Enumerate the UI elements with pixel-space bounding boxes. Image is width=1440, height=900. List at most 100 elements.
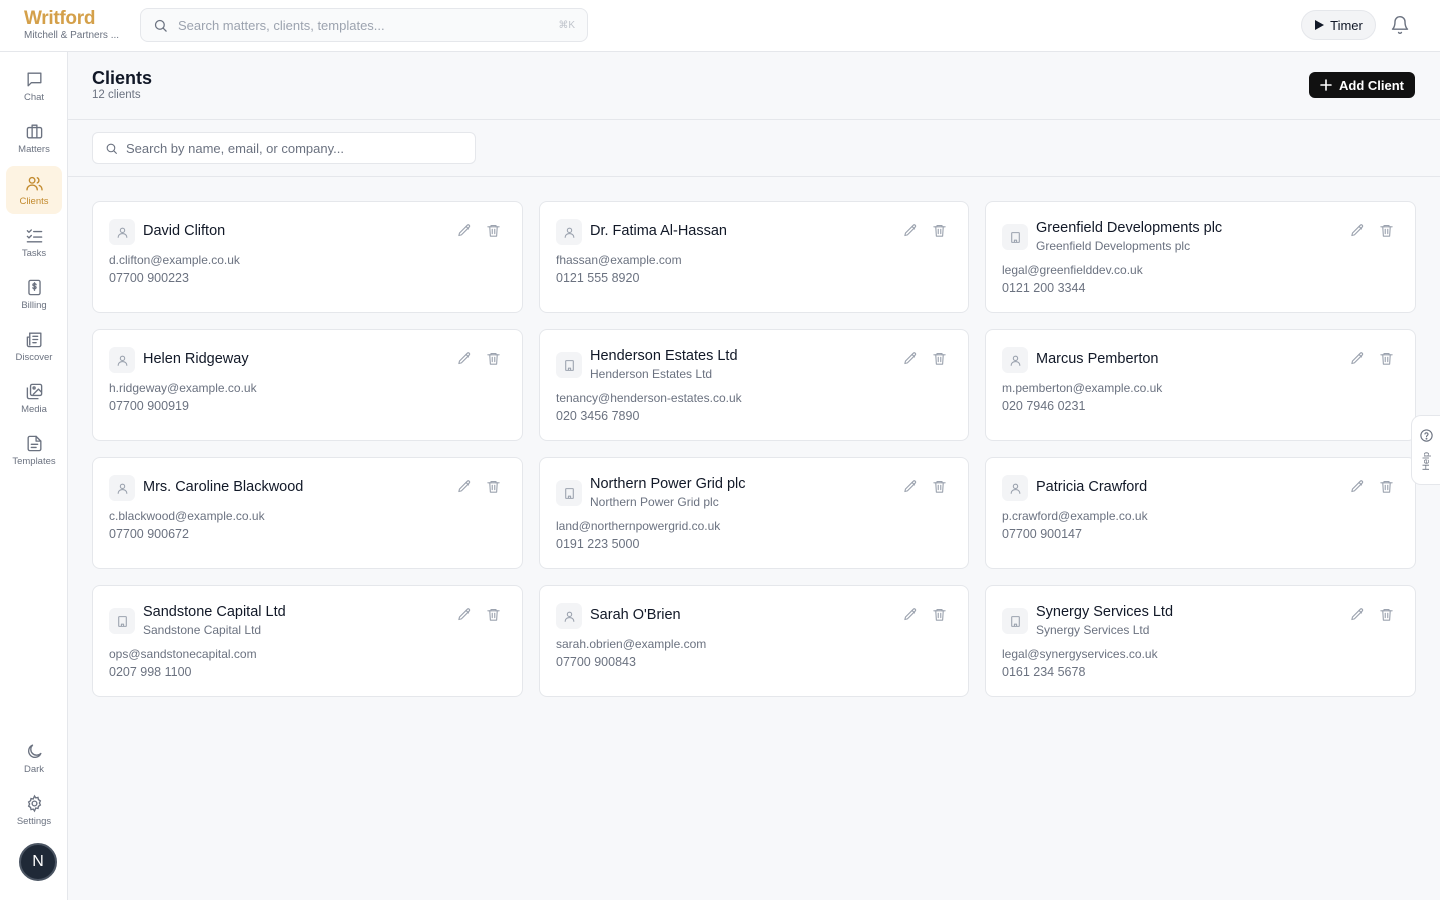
client-card[interactable]: Helen Ridgeway h.ridgeway@example.co.uk 07… [92, 329, 523, 441]
edit-client-button[interactable] [457, 607, 472, 622]
client-name[interactable]: Helen Ridgeway [143, 351, 249, 367]
sidebar-item-label: Media [21, 403, 47, 415]
client-phone: 07700 900147 [1002, 527, 1082, 541]
delete-client-button[interactable] [1379, 607, 1394, 622]
page-header: Clients 12 clients Add Client [68, 52, 1440, 120]
sidebar-item-billing[interactable]: Billing [6, 270, 62, 318]
edit-client-button[interactable] [903, 351, 918, 366]
delete-client-button[interactable] [932, 351, 947, 366]
client-email: d.clifton@example.co.uk [109, 253, 240, 267]
pencil-icon [457, 480, 472, 498]
client-phone: 0191 223 5000 [556, 537, 640, 551]
delete-client-button[interactable] [932, 479, 947, 494]
pencil-icon [903, 224, 918, 242]
edit-client-button[interactable] [1350, 479, 1365, 494]
client-card[interactable]: Northern Power Grid plc Northern Power Gr… [539, 457, 969, 569]
client-card[interactable]: Dr. Fatima Al-Hassan fhassan@example.com 0… [539, 201, 969, 313]
client-card[interactable]: Mrs. Caroline Blackwood c.blackwood@examp… [92, 457, 523, 569]
help-tab[interactable]: Help [1411, 415, 1440, 485]
delete-client-button[interactable] [932, 223, 947, 238]
client-name[interactable]: Mrs. Caroline Blackwood [143, 479, 303, 495]
client-card[interactable]: Sarah O'Brien sarah.obrien@example.com 077… [539, 585, 969, 697]
brand[interactable]: Writford Mitchell & Partners ... [24, 9, 119, 42]
dark-mode-toggle[interactable]: Dark [6, 734, 62, 782]
delete-client-button[interactable] [1379, 479, 1394, 494]
delete-client-button[interactable] [486, 351, 501, 366]
help-circle-icon [1420, 429, 1433, 442]
sidebar-item-matters[interactable]: Matters [6, 114, 62, 162]
trash-icon [1379, 608, 1394, 626]
client-name[interactable]: Sandstone Capital Ltd [143, 604, 286, 620]
client-email: legal@greenfielddev.co.uk [1002, 263, 1143, 277]
help-label: Help [1421, 452, 1431, 471]
sidebar-item-label: Matters [18, 143, 50, 155]
client-name[interactable]: Henderson Estates Ltd [590, 348, 738, 364]
client-name[interactable]: Northern Power Grid plc [590, 476, 746, 492]
trash-icon [932, 224, 947, 242]
add-client-button[interactable]: Add Client [1309, 72, 1415, 98]
edit-client-button[interactable] [903, 479, 918, 494]
edit-client-button[interactable] [903, 607, 918, 622]
client-card[interactable]: Greenfield Developments plc Greenfield De… [985, 201, 1416, 313]
client-name[interactable]: David Clifton [143, 223, 225, 239]
edit-client-button[interactable] [1350, 351, 1365, 366]
client-search-input[interactable] [126, 140, 463, 156]
client-search[interactable] [92, 132, 476, 164]
delete-client-button[interactable] [486, 607, 501, 622]
pencil-icon [903, 480, 918, 498]
edit-client-button[interactable] [903, 223, 918, 238]
sidebar-item-label: Dark [23, 763, 45, 775]
edit-client-button[interactable] [457, 351, 472, 366]
delete-client-button[interactable] [486, 223, 501, 238]
client-card[interactable]: Henderson Estates Ltd Henderson Estates L… [539, 329, 969, 441]
sidebar-item-clients[interactable]: Clients [6, 166, 62, 214]
client-name[interactable]: Synergy Services Ltd [1036, 604, 1173, 620]
timer-button[interactable]: Timer [1301, 10, 1376, 40]
client-card[interactable]: Marcus Pemberton m.pemberton@example.co.u… [985, 329, 1416, 441]
client-card[interactable]: Sandstone Capital Ltd Sandstone Capital L… [92, 585, 523, 697]
sidebar-item-settings[interactable]: Settings [6, 786, 62, 834]
client-company: Greenfield Developments plc [1036, 239, 1191, 253]
global-search-input[interactable] [178, 17, 559, 33]
edit-client-button[interactable] [1350, 223, 1365, 238]
trash-icon [486, 224, 501, 242]
edit-client-button[interactable] [457, 479, 472, 494]
global-search[interactable]: ⌘K [140, 8, 588, 42]
delete-client-button[interactable] [1379, 351, 1394, 366]
client-phone: 020 7946 0231 [1002, 399, 1086, 413]
edit-client-button[interactable] [457, 223, 472, 238]
checklist-icon [26, 228, 42, 243]
bell-icon[interactable] [1390, 15, 1410, 35]
sidebar-item-templates[interactable]: Templates [6, 426, 62, 474]
client-email: c.blackwood@example.co.uk [109, 509, 265, 523]
building-icon [109, 608, 135, 634]
newspaper-icon [26, 331, 42, 347]
pencil-icon [1350, 480, 1365, 498]
sidebar-item-discover[interactable]: Discover [6, 322, 62, 370]
sidebar-item-chat[interactable]: Chat [6, 62, 62, 110]
client-name[interactable]: Marcus Pemberton [1036, 351, 1159, 367]
sidebar-item-tasks[interactable]: Tasks [6, 218, 62, 266]
trash-icon [486, 352, 501, 370]
client-name[interactable]: Patricia Crawford [1036, 479, 1147, 495]
client-card[interactable]: Synergy Services Ltd Synergy Services Ltd… [985, 585, 1416, 697]
sidebar-item-media[interactable]: Media [6, 374, 62, 422]
client-card[interactable]: David Clifton d.clifton@example.co.uk 0770… [92, 201, 523, 313]
delete-client-button[interactable] [932, 607, 947, 622]
trash-icon [1379, 352, 1394, 370]
client-phone: 07700 900843 [556, 655, 636, 669]
client-name[interactable]: Sarah O'Brien [590, 607, 681, 623]
delete-client-button[interactable] [486, 479, 501, 494]
client-company: Sandstone Capital Ltd [143, 623, 262, 637]
person-icon [109, 475, 135, 501]
client-phone: 0121 200 3344 [1002, 281, 1086, 295]
delete-client-button[interactable] [1379, 223, 1394, 238]
client-email: land@northernpowergrid.co.uk [556, 519, 721, 533]
client-email: sarah.obrien@example.com [556, 637, 707, 651]
page-title: Clients [92, 68, 153, 88]
user-avatar[interactable]: N [19, 843, 57, 881]
edit-client-button[interactable] [1350, 607, 1365, 622]
client-name[interactable]: Dr. Fatima Al-Hassan [590, 223, 727, 239]
client-card[interactable]: Patricia Crawford p.crawford@example.co.u… [985, 457, 1416, 569]
client-name[interactable]: Greenfield Developments plc [1036, 220, 1222, 236]
